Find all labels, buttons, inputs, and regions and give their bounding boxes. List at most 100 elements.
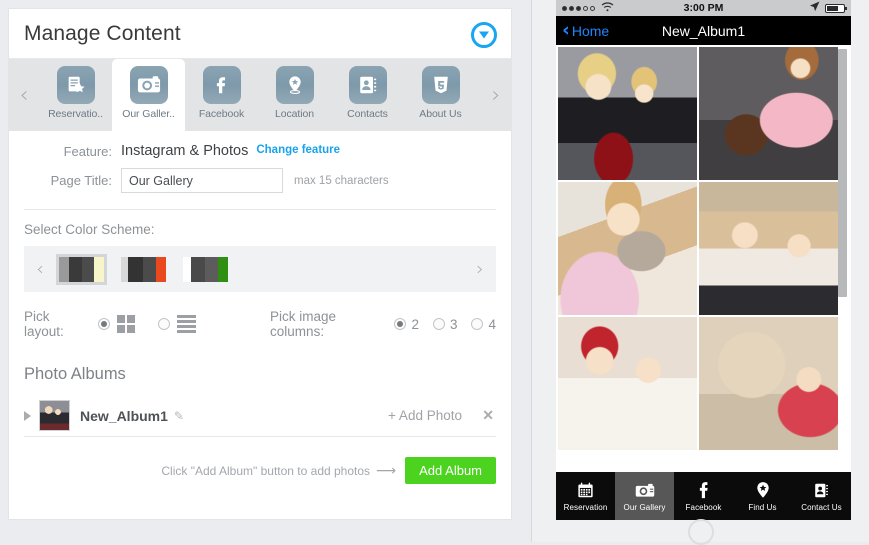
- scheme-swatch-cream[interactable]: [56, 253, 107, 285]
- scheme-prev-arrow[interactable]: ‹: [24, 258, 56, 280]
- status-right-group: [809, 1, 847, 15]
- color-scheme-label: Select Color Scheme:: [24, 222, 155, 237]
- tab-label: Reservatio..: [48, 108, 103, 120]
- facebook-icon: [696, 480, 712, 500]
- grid-layout-icon[interactable]: [117, 315, 136, 333]
- tab-label: About Us: [419, 108, 462, 120]
- columns-option-3[interactable]: 3: [432, 316, 458, 332]
- layout-and-columns-row: Pick layout: Pick image columns: 2 3 4: [9, 292, 511, 339]
- contacts-book-icon: [348, 66, 387, 104]
- scheme-swatch-orange[interactable]: [118, 254, 169, 285]
- album-name: New_Album1: [80, 407, 168, 424]
- columns-label-3: 3: [449, 316, 458, 332]
- columns-radio-4[interactable]: [471, 318, 484, 330]
- add-album-row: Click "Add Album" button to add photos ⟶…: [9, 437, 511, 484]
- tab-label: Location: [275, 108, 314, 120]
- pencil-icon[interactable]: ✎: [174, 409, 184, 423]
- home-button[interactable]: [687, 519, 714, 545]
- phone-tab-label: Facebook: [685, 503, 722, 512]
- tab-label: Our Galler..: [122, 108, 175, 120]
- tab-facebook[interactable]: Facebook: [185, 59, 258, 131]
- page-title: Manage Content: [24, 22, 181, 45]
- calendar-icon: [577, 480, 594, 500]
- columns-group: Pick image columns: 2 3 4: [270, 309, 496, 339]
- tab-label: Facebook: [198, 108, 245, 120]
- phone-tab-contact-us[interactable]: Contact Us: [792, 472, 851, 520]
- phone-tab-find-us[interactable]: Find Us: [733, 472, 792, 520]
- phone-frame: 3:00 PM ‹ Home New_Album1 Reservation Ou…: [556, 0, 851, 520]
- feature-row: Feature: Instagram & Photos Change featu…: [9, 131, 511, 159]
- preview-scrollbar[interactable]: [838, 49, 847, 297]
- chevron-down-circle-icon[interactable]: [471, 22, 497, 48]
- max-characters-hint: max 15 characters: [294, 174, 389, 187]
- columns-label-4: 4: [488, 316, 496, 332]
- feature-tab-strip: ‹ Reservatio.. Our Galler.. Facebook Loc…: [9, 59, 511, 131]
- phone-tab-our-gallery[interactable]: Our Gallery: [615, 472, 674, 520]
- map-pin-icon: [275, 66, 314, 104]
- phone-nav-bar: ‹ Home New_Album1: [556, 16, 851, 45]
- phone-tab-reservation[interactable]: Reservation: [556, 472, 615, 520]
- photo-thumbnail[interactable]: [558, 317, 697, 450]
- html5-shield-icon: [421, 66, 460, 104]
- tab-next-arrow[interactable]: ›: [481, 59, 511, 131]
- phone-tab-facebook[interactable]: Facebook: [674, 472, 733, 520]
- add-album-hint: Click "Add Album" button to add photos: [161, 463, 371, 478]
- reservation-icon: [56, 66, 95, 104]
- columns-option-4[interactable]: 4: [471, 317, 496, 332]
- phone-status-bar: 3:00 PM: [556, 0, 851, 16]
- tab-our-gallery[interactable]: Our Galler..: [112, 59, 185, 131]
- panel-header: Manage Content: [9, 9, 511, 59]
- photo-grid: [556, 45, 851, 465]
- tab-reservations[interactable]: Reservatio..: [39, 59, 112, 131]
- status-time: 3:00 PM: [683, 2, 724, 14]
- phone-tab-label: Our Gallery: [623, 503, 666, 512]
- facebook-icon: [202, 66, 241, 104]
- columns-option-2[interactable]: 2: [394, 317, 419, 332]
- editor-body: Feature: Instagram & Photos Change featu…: [9, 131, 511, 521]
- tab-location[interactable]: Location: [258, 59, 331, 131]
- columns-radio-3[interactable]: [432, 318, 445, 330]
- tab-prev-arrow[interactable]: ‹: [9, 59, 39, 131]
- columns-radio-2[interactable]: [394, 318, 407, 330]
- phone-tab-label: Contact Us: [801, 503, 842, 512]
- add-photo-link[interactable]: + Add Photo: [388, 408, 462, 423]
- layout-radio-list[interactable]: [158, 318, 171, 330]
- phone-tab-bar: Reservation Our Gallery Facebook Find Us…: [556, 472, 851, 520]
- pick-columns-label: Pick image columns:: [270, 309, 337, 339]
- tab-contacts[interactable]: Contacts: [331, 59, 404, 131]
- chevron-right-icon[interactable]: [24, 410, 31, 421]
- add-album-button[interactable]: Add Album: [405, 457, 496, 484]
- album-list-item[interactable]: New_Album1 ✎ + Add Photo ✕: [24, 395, 496, 437]
- scheme-swatch-green[interactable]: [180, 254, 231, 285]
- layout-radio-grid[interactable]: [98, 318, 111, 330]
- scheme-swatch-list: [56, 253, 464, 285]
- tab-about-us[interactable]: About Us: [404, 59, 477, 131]
- scheme-next-arrow[interactable]: ›: [464, 258, 496, 280]
- location-arrow-icon: [809, 1, 820, 15]
- map-pin-icon: [755, 480, 771, 500]
- page-title-input[interactable]: [121, 168, 283, 193]
- phone-preview-pane: 3:00 PM ‹ Home New_Album1 Reservation Ou…: [531, 0, 869, 545]
- camera-icon: [635, 480, 655, 500]
- photo-thumbnail[interactable]: [699, 47, 838, 180]
- contacts-book-icon: [813, 480, 830, 500]
- columns-label-2: 2: [411, 316, 419, 332]
- list-layout-icon[interactable]: [177, 315, 197, 333]
- pick-layout-label: Pick layout:: [24, 309, 64, 339]
- photo-thumbnail[interactable]: [558, 47, 697, 180]
- feature-value: Instagram & Photos: [121, 143, 249, 159]
- color-scheme-picker: ‹ ›: [24, 246, 496, 292]
- photo-albums-heading: Photo Albums: [24, 365, 126, 383]
- feature-label: Feature:: [63, 143, 112, 159]
- album-thumbnail: [39, 400, 70, 431]
- photo-thumbnail[interactable]: [699, 317, 838, 450]
- photo-thumbnail[interactable]: [558, 182, 697, 315]
- manage-content-panel: Manage Content ‹ Reservatio.. Our Galler…: [8, 8, 512, 520]
- close-icon[interactable]: ✕: [482, 407, 494, 424]
- tab-list: Reservatio.. Our Galler.. Facebook Locat…: [39, 59, 481, 131]
- phone-tab-label: Reservation: [563, 503, 608, 512]
- change-feature-link[interactable]: Change feature: [256, 144, 340, 156]
- camera-icon: [129, 66, 168, 104]
- photo-thumbnail[interactable]: [699, 182, 838, 315]
- phone-tab-label: Find Us: [748, 503, 777, 512]
